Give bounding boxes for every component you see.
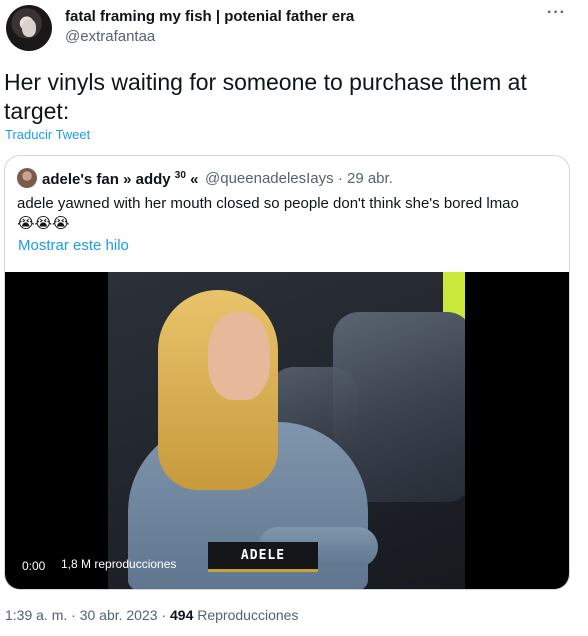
quoted-author-name-sup: 30 (174, 170, 186, 181)
tweet-timestamp[interactable]: 1:39 a. m. · 30 abr. 2023 · (5, 607, 170, 623)
quoted-author-name-suffix: « (185, 171, 199, 188)
quoted-tweet[interactable]: adele's fan » addy 30 « @queenadelesIays… (4, 155, 570, 590)
author-display-name[interactable]: fatal framing my fish | potenial father … (65, 8, 354, 25)
quoted-author-name-text: adele's fan » addy (42, 171, 171, 188)
translate-tweet-link[interactable]: Traducir Tweet (5, 127, 90, 142)
tweet-header: fatal framing my fish | potenial father … (0, 0, 588, 60)
author-avatar[interactable] (6, 5, 52, 51)
view-label: Reproducciones (193, 607, 299, 623)
quoted-tweet-emoji: 😭😭😭 (17, 215, 70, 232)
video-views: 1,8 M reproducciones (61, 557, 177, 571)
video-time: 0:00 (16, 557, 52, 575)
quoted-tweet-text: adele yawned with her mouth closed so pe… (17, 195, 519, 212)
quoted-author-name: adele's fan » addy 30 « (42, 170, 198, 188)
author-handle[interactable]: @extrafantaa (65, 28, 155, 45)
video-name-caption: ADELE (208, 542, 318, 572)
more-icon[interactable]: ··· (547, 4, 566, 22)
video-frame-person (208, 312, 270, 400)
view-count: 494 (170, 607, 194, 623)
quoted-author-meta: @queenadelesIays · 29 abr. (205, 170, 393, 187)
tweet-footer: 1:39 a. m. · 30 abr. 2023 · 494 Reproduc… (5, 607, 298, 623)
tweet-text: Her vinyls waiting for someone to purcha… (4, 69, 527, 124)
video-player[interactable]: 0:00 1,8 M reproducciones ADELE (5, 272, 569, 589)
show-thread-link[interactable]: Mostrar este hilo (18, 237, 129, 254)
quoted-author-avatar (17, 168, 37, 188)
